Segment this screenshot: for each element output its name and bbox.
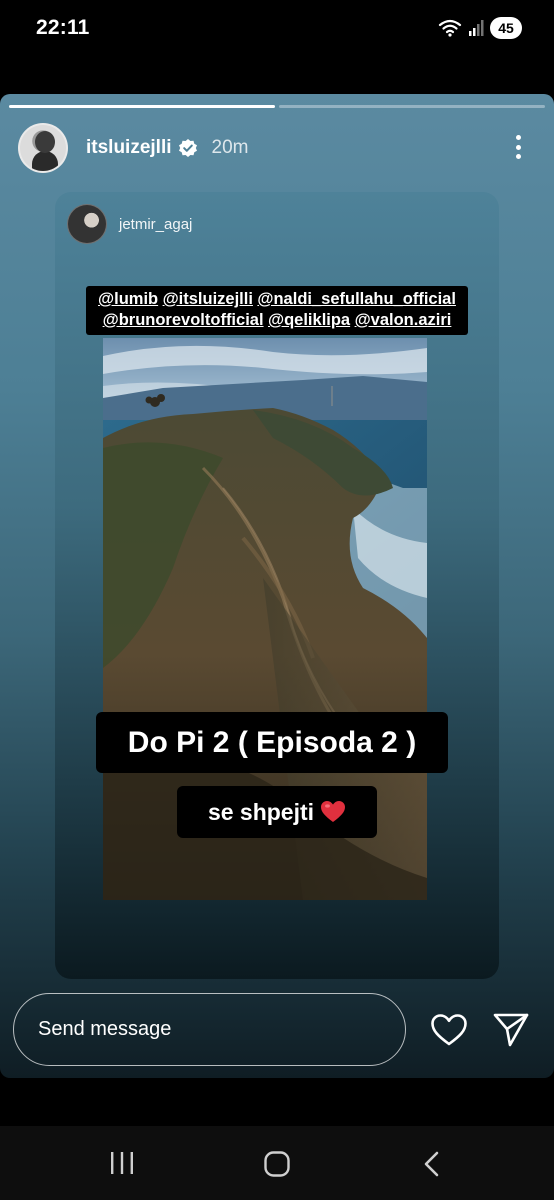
mention-link[interactable]: @qeliklipa (268, 311, 350, 329)
caption-title: Do Pi 2 ( Episoda 2 ) (96, 712, 448, 773)
author-username[interactable]: itsluizejlli (86, 137, 172, 159)
story-progress (9, 105, 545, 108)
recent-apps-icon[interactable] (108, 1150, 136, 1176)
progress-segment (279, 105, 545, 108)
mention-link[interactable]: @lumib (98, 290, 158, 308)
wifi-icon (438, 19, 462, 37)
more-vertical-icon[interactable] (508, 132, 528, 162)
reshared-post-header[interactable]: jetmir_agaj (67, 204, 192, 244)
reshared-author-username[interactable]: jetmir_agaj (119, 216, 192, 233)
reshared-author-avatar[interactable] (67, 204, 107, 244)
mention-link[interactable]: @naldi_sefullahu_official (257, 290, 456, 308)
author-avatar[interactable] (18, 123, 68, 173)
red-heart-icon (321, 801, 346, 822)
verified-badge-icon (178, 139, 197, 157)
mention-link[interactable]: @itsluizejlli (163, 290, 253, 308)
reshared-post[interactable]: jetmir_agaj @lumib @itsluizejlli @naldi_… (55, 192, 499, 979)
mention-link[interactable]: @brunorevoltofficial (103, 311, 264, 329)
status-time: 22:11 (36, 16, 90, 39)
caption-subtitle: se shpejti (177, 786, 377, 838)
progress-fill (9, 105, 275, 108)
battery-indicator: 45 (490, 17, 522, 39)
heart-outline-icon[interactable] (430, 1013, 468, 1047)
signal-icon (469, 20, 484, 36)
story-timestamp: 20m (211, 137, 249, 158)
progress-segment (9, 105, 275, 108)
story-viewer[interactable]: itsluizejlli 20m jetmir_agaj @lumib @its… (0, 94, 554, 1078)
status-icons: 45 (438, 17, 522, 39)
home-icon[interactable] (263, 1150, 291, 1178)
system-nav-bar (0, 1126, 554, 1200)
back-icon[interactable] (421, 1150, 443, 1178)
send-message-input[interactable] (13, 993, 406, 1066)
caption-subtitle-text: se shpejti (207, 798, 315, 825)
paper-plane-icon[interactable] (492, 1012, 530, 1048)
mentions-sticker: @lumib @itsluizejlli @naldi_sefullahu_of… (86, 286, 468, 335)
mention-link[interactable]: @valon.aziri (355, 311, 452, 329)
status-bar: 22:11 45 (0, 0, 554, 60)
story-header: itsluizejlli 20m (18, 122, 538, 174)
